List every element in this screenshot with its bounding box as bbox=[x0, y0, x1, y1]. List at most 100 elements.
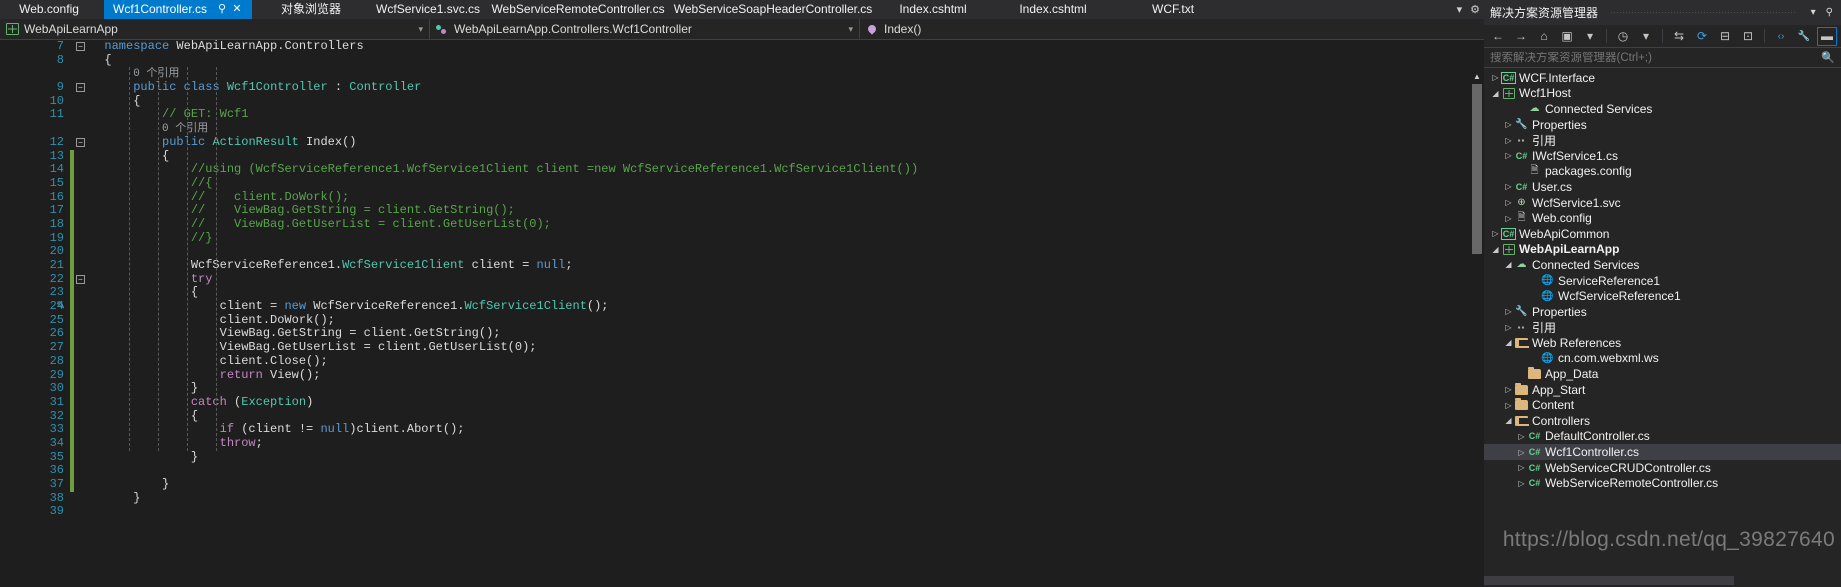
tree-item[interactable]: ▷ ▪▪ 引用 bbox=[1484, 132, 1841, 148]
codelens-reference-count[interactable]: 0 个引用 bbox=[162, 123, 208, 135]
chevron-right-icon[interactable]: ▷ bbox=[1503, 120, 1514, 129]
solution-explorer-tree[interactable]: ▷ C# WCF.Interface ◢ Wcf1Host ☁ Connected Serv… bbox=[1484, 68, 1841, 574]
chevron-down-icon[interactable]: ◢ bbox=[1503, 416, 1514, 425]
chevron-down-icon[interactable]: ◢ bbox=[1503, 260, 1514, 269]
chevron-right-icon[interactable]: ▷ bbox=[1516, 479, 1527, 488]
gear-icon[interactable]: ⚙ bbox=[1470, 3, 1480, 16]
chevron-right-icon[interactable]: ▷ bbox=[1490, 229, 1501, 238]
pending-changes-icon[interactable]: ▣ bbox=[1557, 27, 1577, 46]
show-all-files-icon[interactable]: ⊡ bbox=[1738, 27, 1758, 46]
tree-item[interactable]: ▷ ⊕ WcfService1.svc bbox=[1484, 195, 1841, 211]
tree-item[interactable]: ▷ C# IWcfService1.cs bbox=[1484, 148, 1841, 164]
solution-explorer-search[interactable]: 🔍 bbox=[1484, 48, 1841, 68]
document-tab--[interactable]: 对象浏览器 bbox=[252, 0, 377, 19]
sync-icon[interactable]: ⇆ bbox=[1669, 27, 1689, 46]
chevron-right-icon[interactable]: ▷ bbox=[1516, 463, 1527, 472]
editor-vertical-scrollbar[interactable]: ▲ bbox=[1470, 72, 1484, 587]
history-icon[interactable]: ◷ bbox=[1613, 27, 1633, 46]
tree-item[interactable]: 🌐 WcfServiceReference1 bbox=[1484, 288, 1841, 304]
chevron-right-icon[interactable]: ▷ bbox=[1516, 448, 1527, 457]
preview-icon[interactable]: ▬ bbox=[1817, 26, 1837, 46]
tree-item[interactable]: ▷ C# User.cs bbox=[1484, 179, 1841, 195]
tree-item[interactable]: ▷ 🔧 Properties bbox=[1484, 304, 1841, 320]
dropdown2-icon[interactable]: ▾ bbox=[1636, 27, 1656, 46]
refresh-icon[interactable]: ⟳ bbox=[1692, 27, 1712, 46]
solution-explorer-horizontal-scrollbar[interactable] bbox=[1484, 574, 1841, 587]
forward-icon[interactable]: → bbox=[1511, 27, 1531, 46]
document-tab-wcf1controller-cs[interactable]: Wcf1Controller.cs ⚲ ✕ bbox=[104, 0, 253, 19]
tree-item[interactable]: ▷ C# WebApiCommon bbox=[1484, 226, 1841, 242]
chevron-down-icon[interactable]: ▾ bbox=[848, 24, 853, 35]
chevron-down-icon[interactable]: ◢ bbox=[1503, 338, 1514, 347]
document-tab-wcfservice1-svc-cs[interactable]: WcfService1.svc.cs bbox=[376, 0, 487, 19]
tree-item[interactable]: ▷ C# DefaultController.cs bbox=[1484, 429, 1841, 445]
document-tab-webservicesoapheadercontroller-cs[interactable]: WebServiceSoapHeaderController.cs bbox=[674, 0, 877, 19]
code-editor[interactable]: 7 8 9 10 11 12 13 14 15 16 17 18 19 20 21 22 23 24 25 26 27 2… bbox=[0, 39, 1484, 587]
document-tab-webserviceremotecontroller-cs[interactable]: WebServiceRemoteController.cs bbox=[486, 0, 677, 19]
pin-icon[interactable]: ⚲ bbox=[216, 4, 228, 15]
chevron-down-icon[interactable]: ◢ bbox=[1490, 89, 1501, 98]
home-icon[interactable]: ⌂ bbox=[1534, 27, 1554, 46]
chevron-right-icon[interactable]: ▷ bbox=[1503, 307, 1514, 316]
chevron-right-icon[interactable]: ▷ bbox=[1503, 136, 1514, 145]
outlining-margin[interactable]: − − − − bbox=[74, 40, 90, 587]
collapse-all-icon[interactable]: ⊟ bbox=[1715, 27, 1735, 46]
tree-item[interactable]: ▷ C# Wcf1Controller.cs bbox=[1484, 444, 1841, 460]
edit-marker-icon[interactable]: ✎ bbox=[56, 299, 65, 312]
code-text-area[interactable]: namespace WebApiLearnApp.Controllers { 0… bbox=[90, 40, 1484, 587]
tree-item[interactable]: ◢ ☁ Connected Services bbox=[1484, 257, 1841, 273]
navbar-member-selector[interactable]: Index() bbox=[860, 19, 1484, 39]
back-icon[interactable]: ← bbox=[1488, 27, 1508, 46]
tree-item[interactable]: 🌐 ServiceReference1 bbox=[1484, 273, 1841, 289]
chevron-down-icon[interactable]: ◢ bbox=[1490, 245, 1501, 254]
tree-item[interactable]: ▷ 🗎 Web.config bbox=[1484, 210, 1841, 226]
scroll-up-arrow[interactable]: ▲ bbox=[1473, 72, 1481, 81]
chevron-down-icon[interactable]: ▾ bbox=[1809, 7, 1818, 18]
document-tab-index-cshtml[interactable]: Index.cshtml bbox=[876, 0, 997, 19]
chevron-right-icon[interactable]: ▷ bbox=[1503, 401, 1514, 410]
codelens-reference-count[interactable]: 0 个引用 bbox=[133, 68, 179, 80]
tree-item[interactable]: ◢ Web References bbox=[1484, 335, 1841, 351]
properties-icon[interactable]: 🔧 bbox=[1794, 27, 1814, 46]
tree-item[interactable]: ◢ Wcf1Host bbox=[1484, 86, 1841, 102]
tree-item[interactable]: ◢ WebApiLearnApp bbox=[1484, 242, 1841, 258]
chevron-right-icon[interactable]: ▷ bbox=[1503, 385, 1514, 394]
chevron-right-icon[interactable]: ▷ bbox=[1503, 151, 1514, 160]
tree-item[interactable]: ☁ Connected Services bbox=[1484, 101, 1841, 117]
close-icon[interactable]: ✕ bbox=[231, 4, 243, 15]
tree-item[interactable]: ▷ C# WebServiceCRUDController.cs bbox=[1484, 460, 1841, 476]
tree-item[interactable]: 🗎 packages.config bbox=[1484, 164, 1841, 180]
chevron-right-icon[interactable]: ▷ bbox=[1503, 182, 1514, 191]
dropdown-icon[interactable]: ▾ bbox=[1580, 27, 1600, 46]
tree-item[interactable]: ▷ 🔧 Properties bbox=[1484, 117, 1841, 133]
tree-item[interactable]: ▷ ▪▪ 引用 bbox=[1484, 320, 1841, 336]
scrollbar-thumb[interactable] bbox=[1472, 84, 1482, 254]
document-tab-wcf-txt[interactable]: WCF.txt bbox=[1116, 0, 1237, 19]
search-icon[interactable]: 🔍 bbox=[1821, 51, 1835, 64]
navbar-project-selector[interactable]: WebApiLearnApp ▾ bbox=[0, 19, 430, 39]
chevron-right-icon[interactable]: ▷ bbox=[1490, 73, 1501, 82]
tree-item[interactable]: ▷ Content bbox=[1484, 397, 1841, 413]
search-input[interactable] bbox=[1490, 51, 1822, 64]
pin-icon[interactable]: ⚲ bbox=[1824, 7, 1835, 18]
chevron-right-icon[interactable]: ▷ bbox=[1503, 198, 1514, 207]
outlining-collapse-icon[interactable]: − bbox=[76, 83, 85, 93]
tree-item[interactable]: 🌐 cn.com.webxml.ws bbox=[1484, 351, 1841, 367]
document-tab-index-cshtml[interactable]: Index.cshtml bbox=[996, 0, 1117, 19]
outlining-collapse-icon[interactable]: − bbox=[76, 42, 85, 51]
chevron-right-icon[interactable]: ▷ bbox=[1516, 432, 1527, 441]
outlining-collapse-icon[interactable]: − bbox=[76, 274, 85, 284]
chevron-right-icon[interactable]: ▷ bbox=[1503, 323, 1514, 332]
tree-item[interactable]: App_Data bbox=[1484, 366, 1841, 382]
tree-item[interactable]: ◢ Controllers bbox=[1484, 413, 1841, 429]
document-tab-web-config[interactable]: Web.config bbox=[0, 0, 104, 19]
outlining-collapse-icon[interactable]: − bbox=[76, 137, 85, 147]
tree-item[interactable]: ▷ C# WCF.Interface bbox=[1484, 70, 1841, 86]
navbar-type-selector[interactable]: WebApiLearnApp.Controllers.Wcf1Controlle… bbox=[430, 19, 860, 39]
view-code-icon[interactable]: ‹› bbox=[1771, 27, 1791, 46]
tree-item[interactable]: ▷ App_Start bbox=[1484, 382, 1841, 398]
tab-list-dropdown-icon[interactable]: ▾ bbox=[1457, 3, 1463, 16]
chevron-down-icon[interactable]: ▾ bbox=[418, 24, 423, 35]
hscroll-thumb[interactable] bbox=[1484, 576, 1734, 585]
tree-item[interactable]: ▷ C# WebServiceRemoteController.cs bbox=[1484, 475, 1841, 491]
